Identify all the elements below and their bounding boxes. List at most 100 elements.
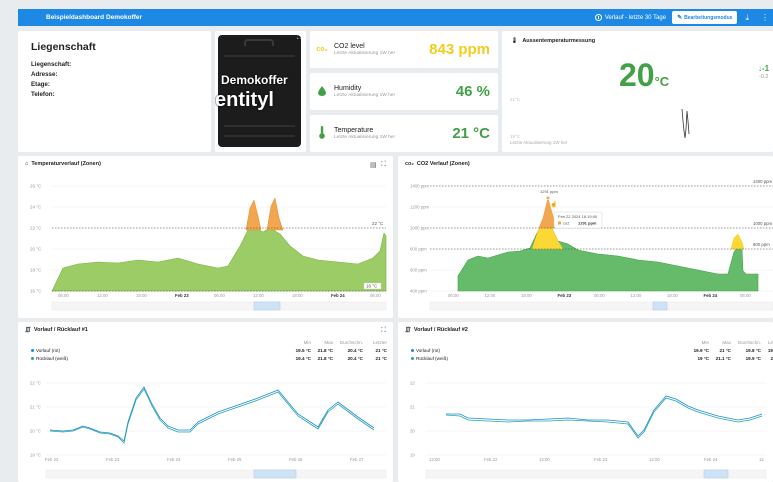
tooltip-swatch xyxy=(558,221,561,225)
navigator-handle xyxy=(253,469,297,479)
threshold-label: 800 ppm xyxy=(753,242,770,247)
cursor-hand-icon: ☝ xyxy=(550,200,557,208)
x-tick-label: Feb 24 xyxy=(704,293,718,298)
x-tick-label: Feb 22 xyxy=(45,457,59,462)
pencil-icon: ✎ xyxy=(677,15,683,21)
peak-label: 1291 ppm xyxy=(540,189,558,194)
metric-card-humidity: Humidity Letzte Aktualisierung 1W her 46… xyxy=(310,73,498,110)
y-tick-label: 21 xyxy=(410,405,415,410)
y-tick-label: 1200 ppm xyxy=(410,205,430,210)
x-tick-label: Feb 23 xyxy=(558,293,572,298)
x-tick-label: 18:00 xyxy=(667,293,678,298)
x-tick-label: Feb 24 xyxy=(704,457,718,462)
metric-name: Humidity xyxy=(334,84,362,92)
outside-updated: Letzte Aktualisierung 1W her xyxy=(510,140,568,145)
x-tick-label: 06:00 xyxy=(370,293,381,298)
peak-marker xyxy=(545,195,551,201)
flow-chart-2[interactable]: 22 21 20 19 12:00 Feb 22 12:00 Feb 23 12:00 Feb 2… xyxy=(398,322,773,482)
property-field: Etage: xyxy=(31,81,50,88)
y-tick-label: 24 °C xyxy=(30,205,42,210)
y-tick-label: 19 xyxy=(410,453,415,458)
metric-name: CO2 level xyxy=(334,42,365,50)
x-tick-label: 06:00 xyxy=(58,293,69,298)
metric-updated: Letzte Aktualisierung 1W her xyxy=(334,50,396,56)
x-tick-label: 18:00 xyxy=(136,293,147,298)
tooltip-date: Feb 22 2024 16:19:00 xyxy=(558,214,598,219)
x-tick-label: Feb 24 xyxy=(331,293,345,298)
metric-value: 21 °C xyxy=(452,125,490,142)
history-range-label: Verlauf - letzte 30 Tage xyxy=(604,14,667,21)
y-tick-label: 22 °C xyxy=(30,226,42,231)
threshold-label-high: 22 °C xyxy=(372,221,384,226)
y-tick-label: 22 °C xyxy=(30,381,41,386)
x-tick-label: Feb 25 xyxy=(228,457,242,462)
x-tick-label: Feb 22 xyxy=(484,457,498,462)
x-tick-label: 06:00 xyxy=(448,293,459,298)
dashboard-title: Beispieldashboard Demokoffer xyxy=(46,14,143,21)
co2-yellow-area xyxy=(730,233,745,250)
x-tick-label: Feb 23 xyxy=(175,293,189,298)
image-card: Demokoffer entityl ⛶ xyxy=(215,31,306,152)
time-navigator xyxy=(51,301,387,311)
x-tick-label: 12:00 xyxy=(631,293,642,298)
time-navigator xyxy=(429,301,773,311)
header-bar: Beispieldashboard Demokoffer Verlauf - l… xyxy=(18,9,773,26)
y-tick-label: 1400 ppm xyxy=(410,184,430,189)
threshold-label: 1000 ppm xyxy=(753,221,773,226)
series-line-vorlauf xyxy=(446,395,763,437)
co2-chart-card: co₂ CO2 Verlauf (Zonen) 1400 ppm 1200 ppm… xyxy=(398,156,773,318)
x-tick-label: Feb 23 xyxy=(106,457,120,462)
navigator-handle xyxy=(703,469,729,479)
history-range-button[interactable]: Verlauf - letzte 30 Tage xyxy=(594,14,667,21)
x-tick-label: 12:00 xyxy=(485,293,496,298)
flow-chart-1[interactable]: 22 °C 21 °C 20 °C 19 °C Feb 22 Feb 23 Feb 24 Fe… xyxy=(18,322,393,482)
navigator-handle xyxy=(253,301,281,311)
x-tick-label: 12:00 xyxy=(539,457,550,462)
edit-mode-label: Bearbeitungsmodus xyxy=(684,14,733,21)
metric-value: 843 ppm xyxy=(429,41,490,58)
co2-chart[interactable]: 1400 ppm 1200 ppm 1000 ppm 800 ppm 600 ppm 40… xyxy=(398,156,773,318)
flow-chart-2-card: ∭ Vorlauf / Rücklauf #2 Min Max Durchsch… xyxy=(398,322,773,482)
outside-temp-delta: ↓-1 xyxy=(758,64,770,73)
outside-temp-value: 20°C xyxy=(619,57,670,93)
series-line-vorlauf xyxy=(49,386,375,442)
x-tick-label: Feb 24 xyxy=(167,457,181,462)
image-caption-2: entityl xyxy=(215,89,274,111)
x-tick-label: 18:00 xyxy=(521,293,532,298)
threshold-label-low: 16 °C xyxy=(366,284,378,289)
outside-temp-unit: °C xyxy=(654,74,670,89)
y-tick-label: 20 xyxy=(410,429,415,434)
temperature-peak-area xyxy=(266,197,284,231)
thermometer-icon: 🌡 xyxy=(511,38,518,44)
metric-card-co2: co₂ CO2 level Letzte Aktualisierung 1W h… xyxy=(310,31,498,68)
y-tick-label: 18 °C xyxy=(30,268,42,273)
temperature-peak-area xyxy=(245,199,262,231)
y-tick-label: 20 °C xyxy=(30,247,42,252)
metric-name: Temperature xyxy=(334,126,374,134)
x-tick-label: 06:00 xyxy=(594,293,605,298)
property-field: Telefon: xyxy=(31,91,55,98)
fullscreen-icon[interactable]: ⛶ xyxy=(297,34,302,42)
y-tick-label: 22 xyxy=(410,381,415,386)
navigator-handle xyxy=(652,301,668,311)
y-tick-label: 19 °C xyxy=(30,453,41,458)
more-icon[interactable]: ⋮ xyxy=(761,13,769,22)
outside-y-bottom: 19°C xyxy=(510,134,521,139)
property-field: Liegenschaft: xyxy=(31,61,72,68)
property-card: Liegenschaft Liegenschaft: Adresse: Etag… xyxy=(18,31,211,152)
y-tick-label: 400 ppm xyxy=(410,289,427,294)
humidity-icon xyxy=(310,85,334,98)
y-tick-label: 600 ppm xyxy=(410,268,427,273)
download-icon[interactable]: ⤓ xyxy=(745,13,749,23)
top-bar: Beispieldashboard Demokoffer Verlauf - l… xyxy=(0,0,773,27)
series-line-ruecklauf xyxy=(49,388,375,444)
temperature-chart[interactable]: 26 °C 24 °C 22 °C 20 °C 18 °C 16 °C 22 °C 16 °C… xyxy=(18,156,393,318)
flow-chart-1-card: ∭ Vorlauf / Rücklauf #1 ⛶ Min Max Durchs… xyxy=(18,322,393,482)
y-tick-label: 16 °C xyxy=(30,289,42,294)
temperature-chart-card: ⌂ Temperaturverlauf (Zonen) ▤ ⛶ 26 °C 24 … xyxy=(18,156,393,318)
x-tick-label: 12:00 xyxy=(649,457,660,462)
tooltip-series: co2 xyxy=(563,221,570,226)
edit-mode-button[interactable]: ✎ Bearbeitungsmodus xyxy=(672,11,738,24)
tooltip-value: 1291 ppm xyxy=(578,221,597,226)
x-tick-label: 12:00 xyxy=(253,293,264,298)
